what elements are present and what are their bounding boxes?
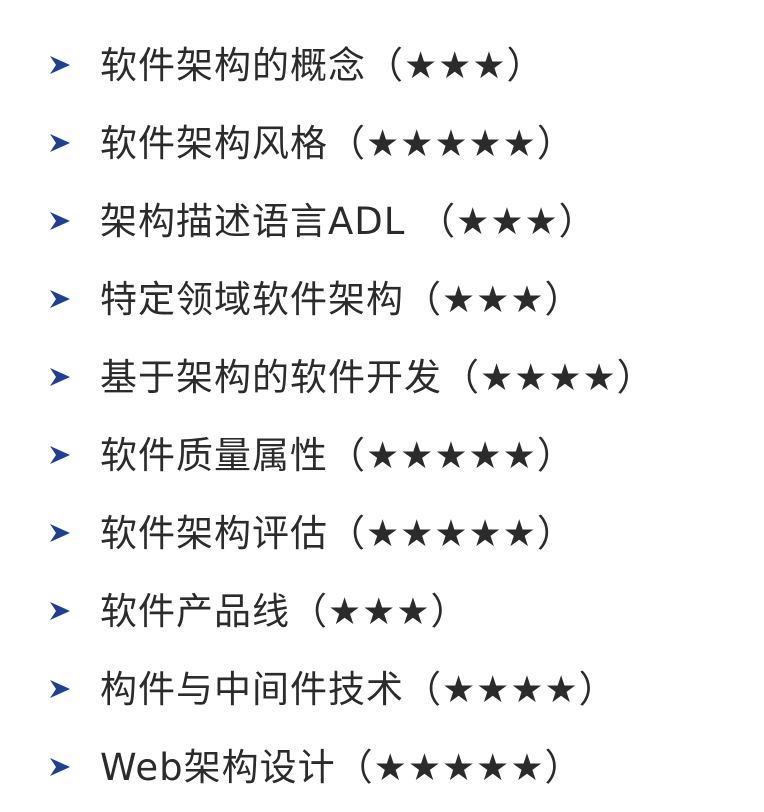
- list-item: 软件架构评估（★★★★★）: [48, 494, 764, 572]
- arrowhead-bullet-icon: [48, 521, 72, 545]
- list-item: Web架构设计（★★★★★）: [48, 728, 764, 806]
- list-item: 基于架构的软件开发（★★★★）: [48, 338, 764, 416]
- arrowhead-bullet-icon: [48, 209, 72, 233]
- topic-list: 软件架构的概念（★★★） 软件架构风格（★★★★★） 架构描述语言ADL （★★…: [48, 26, 764, 806]
- list-item: 架构描述语言ADL （★★★）: [48, 182, 764, 260]
- list-item: 软件架构的概念（★★★）: [48, 26, 764, 104]
- arrowhead-bullet-icon: [48, 443, 72, 467]
- topic-text: 基于架构的软件开发（★★★★）: [100, 355, 655, 399]
- list-item: 软件架构风格（★★★★★）: [48, 104, 764, 182]
- topic-text: 架构描述语言ADL （★★★）: [100, 199, 597, 243]
- arrowhead-bullet-icon: [48, 53, 72, 77]
- topic-text: 软件架构风格（★★★★★）: [100, 121, 575, 165]
- topic-text: Web架构设计（★★★★★）: [100, 745, 583, 789]
- arrowhead-bullet-icon: [48, 131, 72, 155]
- list-item: 软件产品线（★★★）: [48, 572, 764, 650]
- topic-text: 特定领域软件架构（★★★）: [100, 277, 583, 321]
- topic-text: 软件架构评估（★★★★★）: [100, 511, 575, 555]
- list-item: 特定领域软件架构（★★★）: [48, 260, 764, 338]
- arrowhead-bullet-icon: [48, 365, 72, 389]
- list-item: 构件与中间件技术（★★★★）: [48, 650, 764, 728]
- list-item: 软件质量属性（★★★★★）: [48, 416, 764, 494]
- arrowhead-bullet-icon: [48, 677, 72, 701]
- arrowhead-bullet-icon: [48, 287, 72, 311]
- topic-text: 软件架构的概念（★★★）: [100, 43, 545, 87]
- arrowhead-bullet-icon: [48, 755, 72, 779]
- topic-text: 构件与中间件技术（★★★★）: [100, 667, 617, 711]
- arrowhead-bullet-icon: [48, 599, 72, 623]
- topic-text: 软件质量属性（★★★★★）: [100, 433, 575, 477]
- slide: 软件架构的概念（★★★） 软件架构风格（★★★★★） 架构描述语言ADL （★★…: [0, 0, 764, 812]
- topic-text: 软件产品线（★★★）: [100, 589, 469, 633]
